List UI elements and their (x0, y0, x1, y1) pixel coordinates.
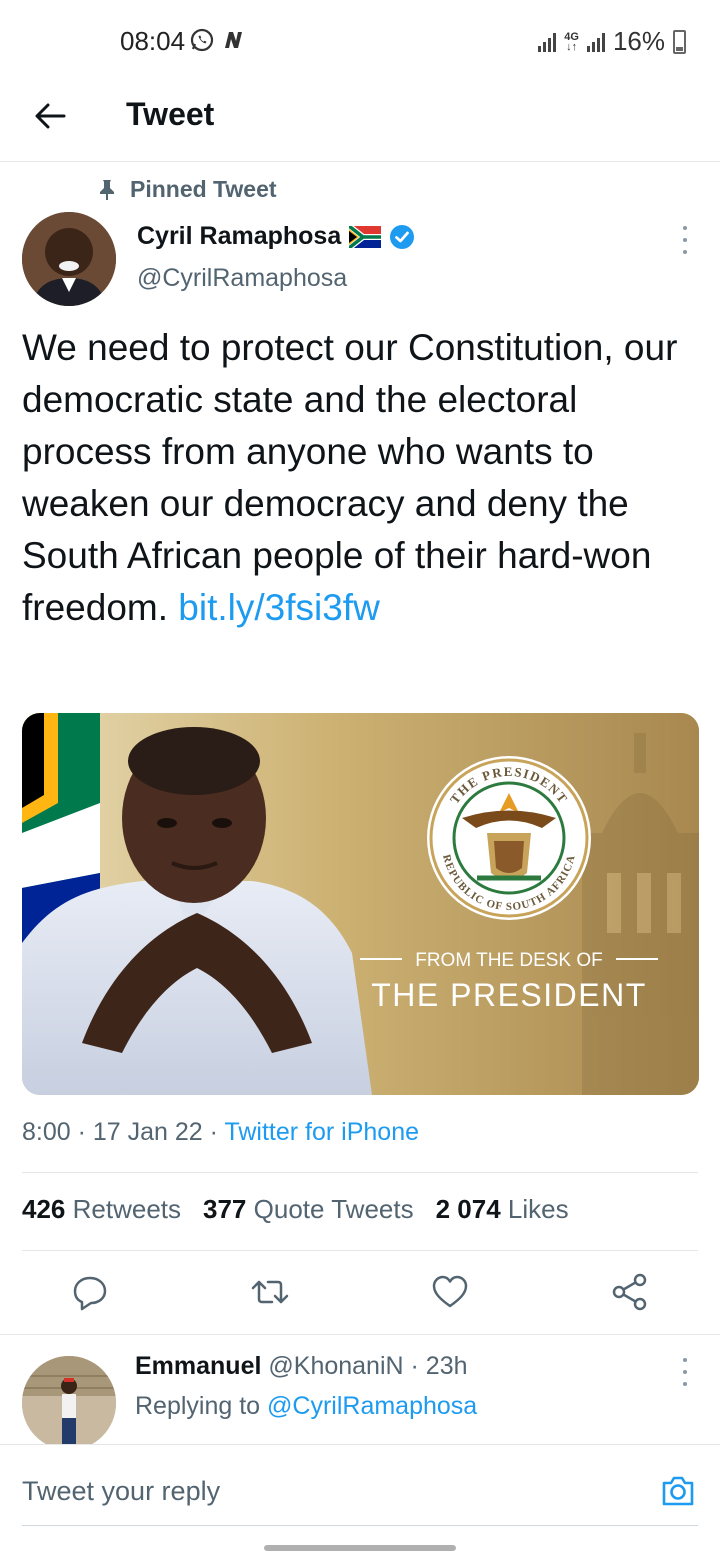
reply-header: Emmanuel @KhonaniN · 23h (135, 1352, 468, 1380)
media-caption-small: FROM THE DESK OF (415, 950, 603, 971)
reply-author-name[interactable]: Emmanuel (135, 1352, 261, 1380)
verified-badge-icon (390, 224, 415, 249)
avatar-image (22, 212, 116, 306)
tweet-time: 8:00 (22, 1118, 71, 1146)
composer-underline (22, 1525, 698, 1526)
tweet-link[interactable]: bit.ly/3fsi3fw (178, 587, 380, 628)
status-right: 4G ↓↑ 16% (538, 26, 686, 57)
status-time: 08:04 (120, 26, 186, 56)
tweet-more-options-button[interactable] (680, 226, 690, 254)
replying-to-handle[interactable]: @CyrilRamaphosa (267, 1392, 477, 1420)
pinned-text: Pinned Tweet (130, 176, 277, 202)
more-dot-icon (683, 1382, 687, 1386)
replying-to: Replying to @CyrilRamaphosa (135, 1392, 477, 1421)
signal-icon-2 (586, 32, 605, 52)
reply-author-avatar[interactable] (22, 1356, 116, 1450)
author-avatar[interactable] (22, 212, 116, 306)
battery-percent: 16% (612, 26, 665, 56)
like-icon (432, 1275, 468, 1308)
reply-input[interactable] (22, 1471, 622, 1511)
divider (22, 1250, 698, 1251)
camera-icon (662, 1476, 694, 1506)
tweet-timestamp: 8:00 · 17 Jan 22 · Twitter for iPhone (22, 1118, 420, 1146)
whatsapp-icon (190, 28, 214, 52)
more-dot-icon (683, 1358, 687, 1362)
author-name-row: Cyril Ramaphosa (137, 222, 415, 251)
tweet-body: We need to protect our Constitution, our… (22, 327, 678, 628)
reply-button[interactable] (70, 1272, 110, 1312)
retweet-icon (251, 1280, 289, 1304)
news-app-icon (225, 32, 242, 48)
page-title: Tweet (126, 96, 215, 132)
reply-composer (0, 1444, 720, 1560)
author-handle[interactable]: @CyrilRamaphosa (137, 264, 347, 293)
divider (0, 1334, 720, 1335)
tweet-media-image[interactable]: THE PRESIDENT REPUBLIC OF SOUTH AFRICA F… (22, 713, 699, 1095)
status-bar: 08:04 4G ↓↑ 16% (0, 0, 720, 84)
more-dot-icon (683, 250, 687, 254)
media-artwork: THE PRESIDENT REPUBLIC OF SOUTH AFRICA F… (22, 713, 699, 1095)
media-caption-large: THE PRESIDENT (371, 977, 647, 1013)
reply-avatar-image (22, 1356, 116, 1450)
retweet-button[interactable] (250, 1272, 290, 1312)
more-dot-icon (683, 1370, 687, 1374)
tweet-text: We need to protect our Constitution, our… (22, 322, 702, 634)
app-header: Tweet (0, 84, 720, 162)
author-name[interactable]: Cyril Ramaphosa (137, 222, 341, 251)
reply-author-handle[interactable]: @KhonaniN (268, 1352, 403, 1380)
back-arrow-icon (35, 103, 66, 129)
camera-button[interactable] (660, 1473, 696, 1509)
tweet-action-bar (0, 1272, 720, 1316)
like-button[interactable] (430, 1272, 470, 1312)
share-button[interactable] (610, 1272, 650, 1312)
replying-to-label: Replying to (135, 1392, 261, 1420)
share-icon (612, 1273, 647, 1311)
more-dot-icon (683, 238, 687, 242)
reply-age: 23h (425, 1352, 468, 1380)
pin-icon (100, 179, 114, 200)
signal-icon (538, 32, 557, 52)
back-button[interactable] (30, 96, 70, 136)
battery-icon (673, 29, 686, 54)
tweet-date: 17 Jan 22 (92, 1118, 203, 1146)
home-indicator[interactable] (264, 1545, 456, 1551)
divider (22, 1172, 698, 1173)
reply-icon (73, 1276, 107, 1311)
status-notification-icons (190, 28, 246, 52)
likes-stat[interactable]: 2 074 Likes (436, 1194, 569, 1225)
more-dot-icon (683, 226, 687, 230)
pinned-label: Pinned Tweet (98, 176, 277, 203)
reply-more-options-button[interactable] (680, 1358, 690, 1386)
tweet-stats: 426 Retweets 377 Quote Tweets 2 074 Like… (22, 1194, 569, 1225)
retweets-stat[interactable]: 426 Retweets (22, 1194, 181, 1225)
tweet-source[interactable]: Twitter for iPhone (224, 1118, 419, 1146)
network-4g-icon: 4G ↓↑ (564, 30, 579, 53)
quote-tweets-stat[interactable]: 377 Quote Tweets (203, 1194, 414, 1225)
south-africa-flag-icon (349, 225, 382, 248)
